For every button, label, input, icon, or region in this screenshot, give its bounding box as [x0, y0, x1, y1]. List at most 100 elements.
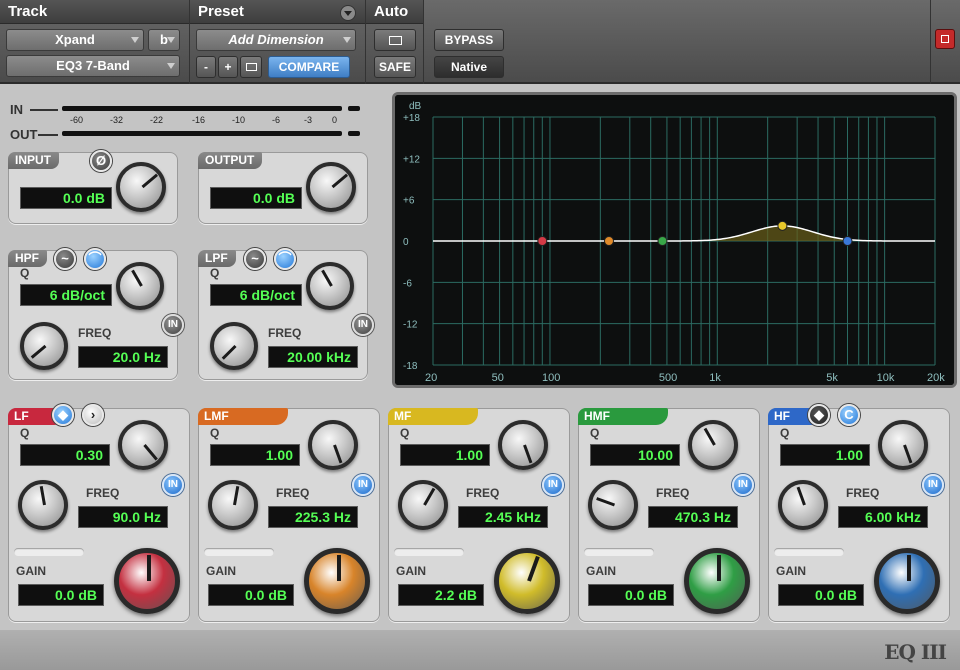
notch-filter-button[interactable]: ~ — [244, 248, 266, 270]
safe-button[interactable]: SAFE — [374, 56, 416, 78]
band-gain-display[interactable]: 0.0 dB — [588, 584, 674, 606]
band-gain-knob[interactable] — [494, 548, 560, 614]
bypass-button[interactable]: BYPASS — [434, 29, 504, 51]
band-freq-display[interactable]: 90.0 Hz — [78, 506, 168, 528]
band-in-button[interactable]: IN — [352, 474, 374, 496]
lpf-slope-display[interactable]: 6 dB/oct — [210, 284, 302, 306]
band-q-knob[interactable] — [878, 420, 928, 470]
band-gain-knob[interactable] — [304, 548, 370, 614]
band-q-knob[interactable] — [688, 420, 738, 470]
band-in-button[interactable]: IN — [542, 474, 564, 496]
compare-button[interactable]: COMPARE — [268, 56, 350, 78]
copy-settings-button[interactable] — [240, 56, 262, 78]
hpf-freq-display[interactable]: 20.0 Hz — [78, 346, 168, 368]
meter-scale-tick: -22 — [150, 115, 164, 125]
band-freq-display[interactable]: 2.45 kHz — [458, 506, 548, 528]
band-gain-knob[interactable] — [874, 548, 940, 614]
band-q-display[interactable]: 1.00 — [400, 444, 490, 466]
peak-button[interactable]: ◆ — [808, 404, 830, 426]
preset-previous-button[interactable]: - — [196, 56, 216, 78]
band-gain-display[interactable]: 0.0 dB — [778, 584, 864, 606]
preset-menu-icon[interactable] — [340, 5, 356, 21]
band-q-display[interactable]: 1.00 — [210, 444, 300, 466]
highshelf-button[interactable]: C — [838, 404, 860, 426]
lpf-slope-knob[interactable] — [306, 262, 354, 310]
input-gain-knob[interactable] — [116, 162, 166, 212]
lowshelf-button[interactable]: ◆ — [52, 404, 74, 426]
track-selector[interactable]: Xpand — [6, 29, 144, 51]
band-node-hmf[interactable] — [657, 236, 668, 246]
band-freq-knob[interactable] — [18, 480, 68, 530]
band-freq-knob[interactable] — [398, 480, 448, 530]
hpf-in-button[interactable]: IN — [162, 314, 184, 336]
in-meter-line — [30, 109, 58, 111]
lpf-in-button[interactable]: IN — [352, 314, 374, 336]
band-q-label: Q — [780, 426, 790, 440]
knob-pointer — [796, 486, 806, 506]
highpass-filter-button[interactable]: ⌒ — [84, 248, 106, 270]
band-node-mf[interactable] — [777, 220, 788, 231]
out-meter-label: OUT — [10, 127, 38, 142]
automation-icon — [388, 36, 402, 45]
plugin-selector[interactable]: EQ3 7-Band — [6, 55, 180, 77]
band-q-knob[interactable] — [118, 420, 168, 470]
band-gain-display[interactable]: 0.0 dB — [18, 584, 104, 606]
eq3-plugin-window: Track Xpand b EQ3 7-Band Preset Add Dime… — [0, 0, 960, 670]
band-freq-display[interactable]: 225.3 Hz — [268, 506, 358, 528]
eq-graph-svg: +18 +12 +6 0 -6 -12 -18 dB 20 50 100 500 1k 5k 10k 20k — [395, 95, 954, 385]
band-gain-label: GAIN — [586, 564, 616, 578]
output-gain-knob[interactable] — [306, 162, 356, 212]
hpf-slope-display[interactable]: 6 dB/oct — [20, 284, 112, 306]
lowpass-icon: ⌒ — [278, 251, 292, 266]
auto-section: Auto SAFE — [366, 0, 424, 84]
band-gain-knob[interactable] — [684, 548, 750, 614]
band-panel-hmf: HMF Q 10.00 IN FREQ 470.3 Hz GAIN 0.0 dB — [578, 408, 760, 622]
knob-pointer — [717, 555, 721, 581]
band-q-display[interactable]: 0.30 — [20, 444, 110, 466]
band-gain-display[interactable]: 0.0 dB — [208, 584, 294, 606]
track-label: Track — [8, 3, 48, 20]
preset-selector[interactable]: Add Dimension — [196, 29, 356, 51]
preset-next-button[interactable]: + — [218, 56, 238, 78]
band-freq-display[interactable]: 6.00 kHz — [838, 506, 928, 528]
out-meter-line — [38, 134, 58, 136]
band-gain-display[interactable]: 2.2 dB — [398, 584, 484, 606]
output-gain-display[interactable]: 0.0 dB — [210, 187, 302, 209]
band-gain-knob[interactable] — [114, 548, 180, 614]
clip-indicator[interactable] — [935, 29, 955, 49]
out-meter-bar — [62, 131, 342, 136]
hpf-panel: HPF ~ ⌒ Q 6 dB/oct IN FREQ 20.0 Hz — [8, 248, 184, 380]
band-freq-knob[interactable] — [588, 480, 638, 530]
band-node-lf[interactable] — [537, 236, 548, 246]
lpf-freq-knob[interactable] — [210, 322, 258, 370]
band-panel-hf: HF ◆ C Q 1.00 IN FREQ 6.00 kHz GAIN 0.0 d… — [768, 404, 950, 622]
channel-selector[interactable]: b — [148, 29, 180, 51]
phase-invert-button[interactable]: Ø — [90, 150, 112, 172]
x-tick-label: 100 — [542, 372, 560, 384]
band-label: HMF — [578, 408, 668, 425]
knob-pointer — [596, 497, 616, 507]
peak-button[interactable]: › — [82, 404, 104, 426]
lpf-freq-display[interactable]: 20.00 kHz — [268, 346, 358, 368]
notch-filter-button[interactable]: ~ — [54, 248, 76, 270]
automation-window-button[interactable] — [374, 29, 416, 51]
band-freq-display[interactable]: 470.3 Hz — [648, 506, 738, 528]
hpf-freq-knob[interactable] — [20, 322, 68, 370]
input-gain-display[interactable]: 0.0 dB — [20, 187, 112, 209]
x-tick-label: 5k — [826, 372, 838, 384]
band-q-knob[interactable] — [498, 420, 548, 470]
band-freq-knob[interactable] — [208, 480, 258, 530]
y-tick-label: -6 — [403, 278, 412, 289]
hpf-slope-knob[interactable] — [116, 262, 164, 310]
band-q-display[interactable]: 1.00 — [780, 444, 870, 466]
band-q-knob[interactable] — [308, 420, 358, 470]
band-in-button[interactable]: IN — [732, 474, 754, 496]
band-in-button[interactable]: IN — [162, 474, 184, 496]
lowpass-filter-button[interactable]: ⌒ — [274, 248, 296, 270]
band-node-lmf[interactable] — [603, 236, 614, 246]
band-q-display[interactable]: 10.00 — [590, 444, 680, 466]
band-freq-knob[interactable] — [778, 480, 828, 530]
band-node-hf[interactable] — [842, 236, 853, 246]
eq-curve-graph[interactable]: +18 +12 +6 0 -6 -12 -18 dB 20 50 100 500 1k 5k 10k 20k — [392, 92, 957, 388]
band-in-button[interactable]: IN — [922, 474, 944, 496]
